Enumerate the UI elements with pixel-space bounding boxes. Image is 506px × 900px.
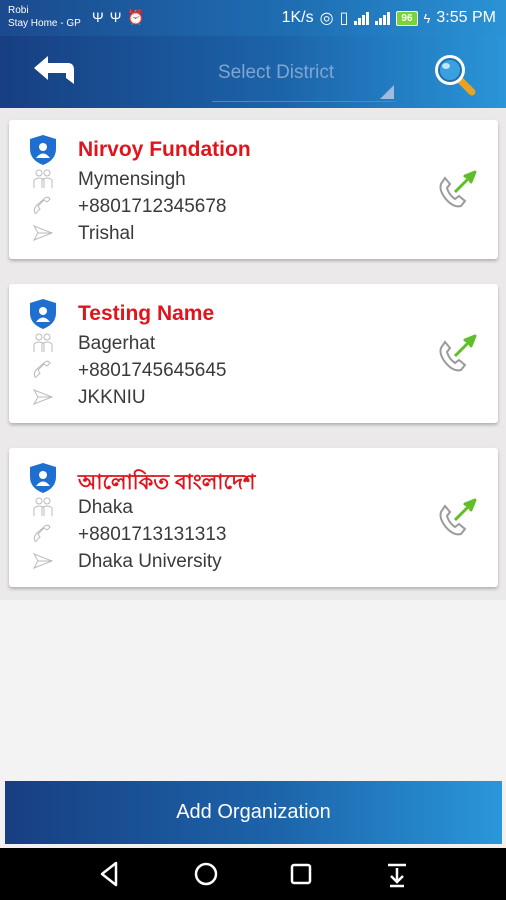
back-arrow-icon xyxy=(34,56,74,84)
carrier-1: Robi xyxy=(8,5,29,16)
usb-icon: Ψ xyxy=(109,9,128,25)
org-address: JKKNIU xyxy=(78,387,146,408)
system-nav-bar xyxy=(0,848,506,900)
phone-icon xyxy=(33,360,51,378)
signal-icon xyxy=(354,11,370,25)
add-organization-button[interactable]: Add Organization xyxy=(5,781,502,844)
search-icon xyxy=(435,55,476,96)
carrier-2: Stay Home - GP xyxy=(8,18,81,29)
status-right: 1K/s ◎ ▯ 96 ϟ 3:55 PM xyxy=(282,8,496,28)
shield-user-icon xyxy=(30,463,56,493)
alarm-icon: ⏰ xyxy=(127,9,151,25)
clock: 3:55 PM xyxy=(436,9,496,26)
organization-card[interactable]: Nirvoy Fundation Mymensingh +88017123456… xyxy=(9,120,498,259)
nav-back-icon[interactable] xyxy=(94,858,126,890)
battery-indicator: 96 xyxy=(396,10,418,26)
nav-home-icon[interactable] xyxy=(190,858,222,890)
vibrate-icon: ▯ xyxy=(339,10,349,27)
nav-recents-icon[interactable] xyxy=(285,858,317,890)
org-district: Bagerhat xyxy=(78,333,156,354)
district-placeholder: Select District xyxy=(218,62,335,83)
nav-notifications-icon[interactable] xyxy=(381,858,413,890)
phone-icon xyxy=(33,524,51,542)
charging-icon: ϟ xyxy=(423,10,431,26)
people-icon xyxy=(33,333,53,352)
people-icon xyxy=(33,169,53,188)
send-icon xyxy=(32,225,54,241)
org-district: Mymensingh xyxy=(78,169,186,190)
org-name: Nirvoy Fundation xyxy=(78,138,251,161)
org-address: Dhaka University xyxy=(78,551,222,572)
org-phone: +8801713131313 xyxy=(78,524,227,545)
call-icon[interactable] xyxy=(435,168,479,212)
shield-user-icon xyxy=(30,135,56,165)
org-name: আলোকিত বাংলাদেশ xyxy=(78,471,256,494)
organization-card[interactable]: আলোকিত বাংলাদেশ Dhaka +8801713131313 Dha… xyxy=(9,448,498,587)
send-icon xyxy=(32,553,54,569)
shield-user-icon xyxy=(30,299,56,329)
signal-icon-2 xyxy=(375,11,391,25)
empty-area xyxy=(0,600,506,780)
org-district: Dhaka xyxy=(78,497,133,518)
back-button[interactable] xyxy=(28,52,80,92)
people-icon xyxy=(33,497,53,516)
carrier-info: Robi Stay Home - GP xyxy=(8,4,81,30)
app-bar: Select District xyxy=(0,36,506,108)
district-select[interactable]: Select District xyxy=(212,54,396,102)
organization-list: Nirvoy Fundation Mymensingh +88017123456… xyxy=(0,108,506,600)
call-icon[interactable] xyxy=(435,332,479,376)
dropdown-triangle-icon xyxy=(380,85,394,99)
phone-icon xyxy=(33,196,51,214)
org-phone: +8801712345678 xyxy=(78,196,227,217)
search-button[interactable] xyxy=(430,50,478,98)
net-speed: 1K/s xyxy=(281,9,314,26)
notification-icons: ΨΨ⏰ xyxy=(92,9,151,26)
status-bar: Robi Stay Home - GP ΨΨ⏰ 1K/s ◎ ▯ 96 ϟ 3:… xyxy=(0,0,506,36)
org-address: Trishal xyxy=(78,223,135,244)
org-phone: +8801745645645 xyxy=(78,360,227,381)
org-name: Testing Name xyxy=(78,302,215,325)
usb-icon: Ψ xyxy=(92,9,110,25)
hotspot-icon: ◎ xyxy=(319,10,334,27)
call-icon[interactable] xyxy=(435,496,479,540)
organization-card[interactable]: Testing Name Bagerhat +8801745645645 JKK… xyxy=(9,284,498,423)
send-icon xyxy=(32,389,54,405)
